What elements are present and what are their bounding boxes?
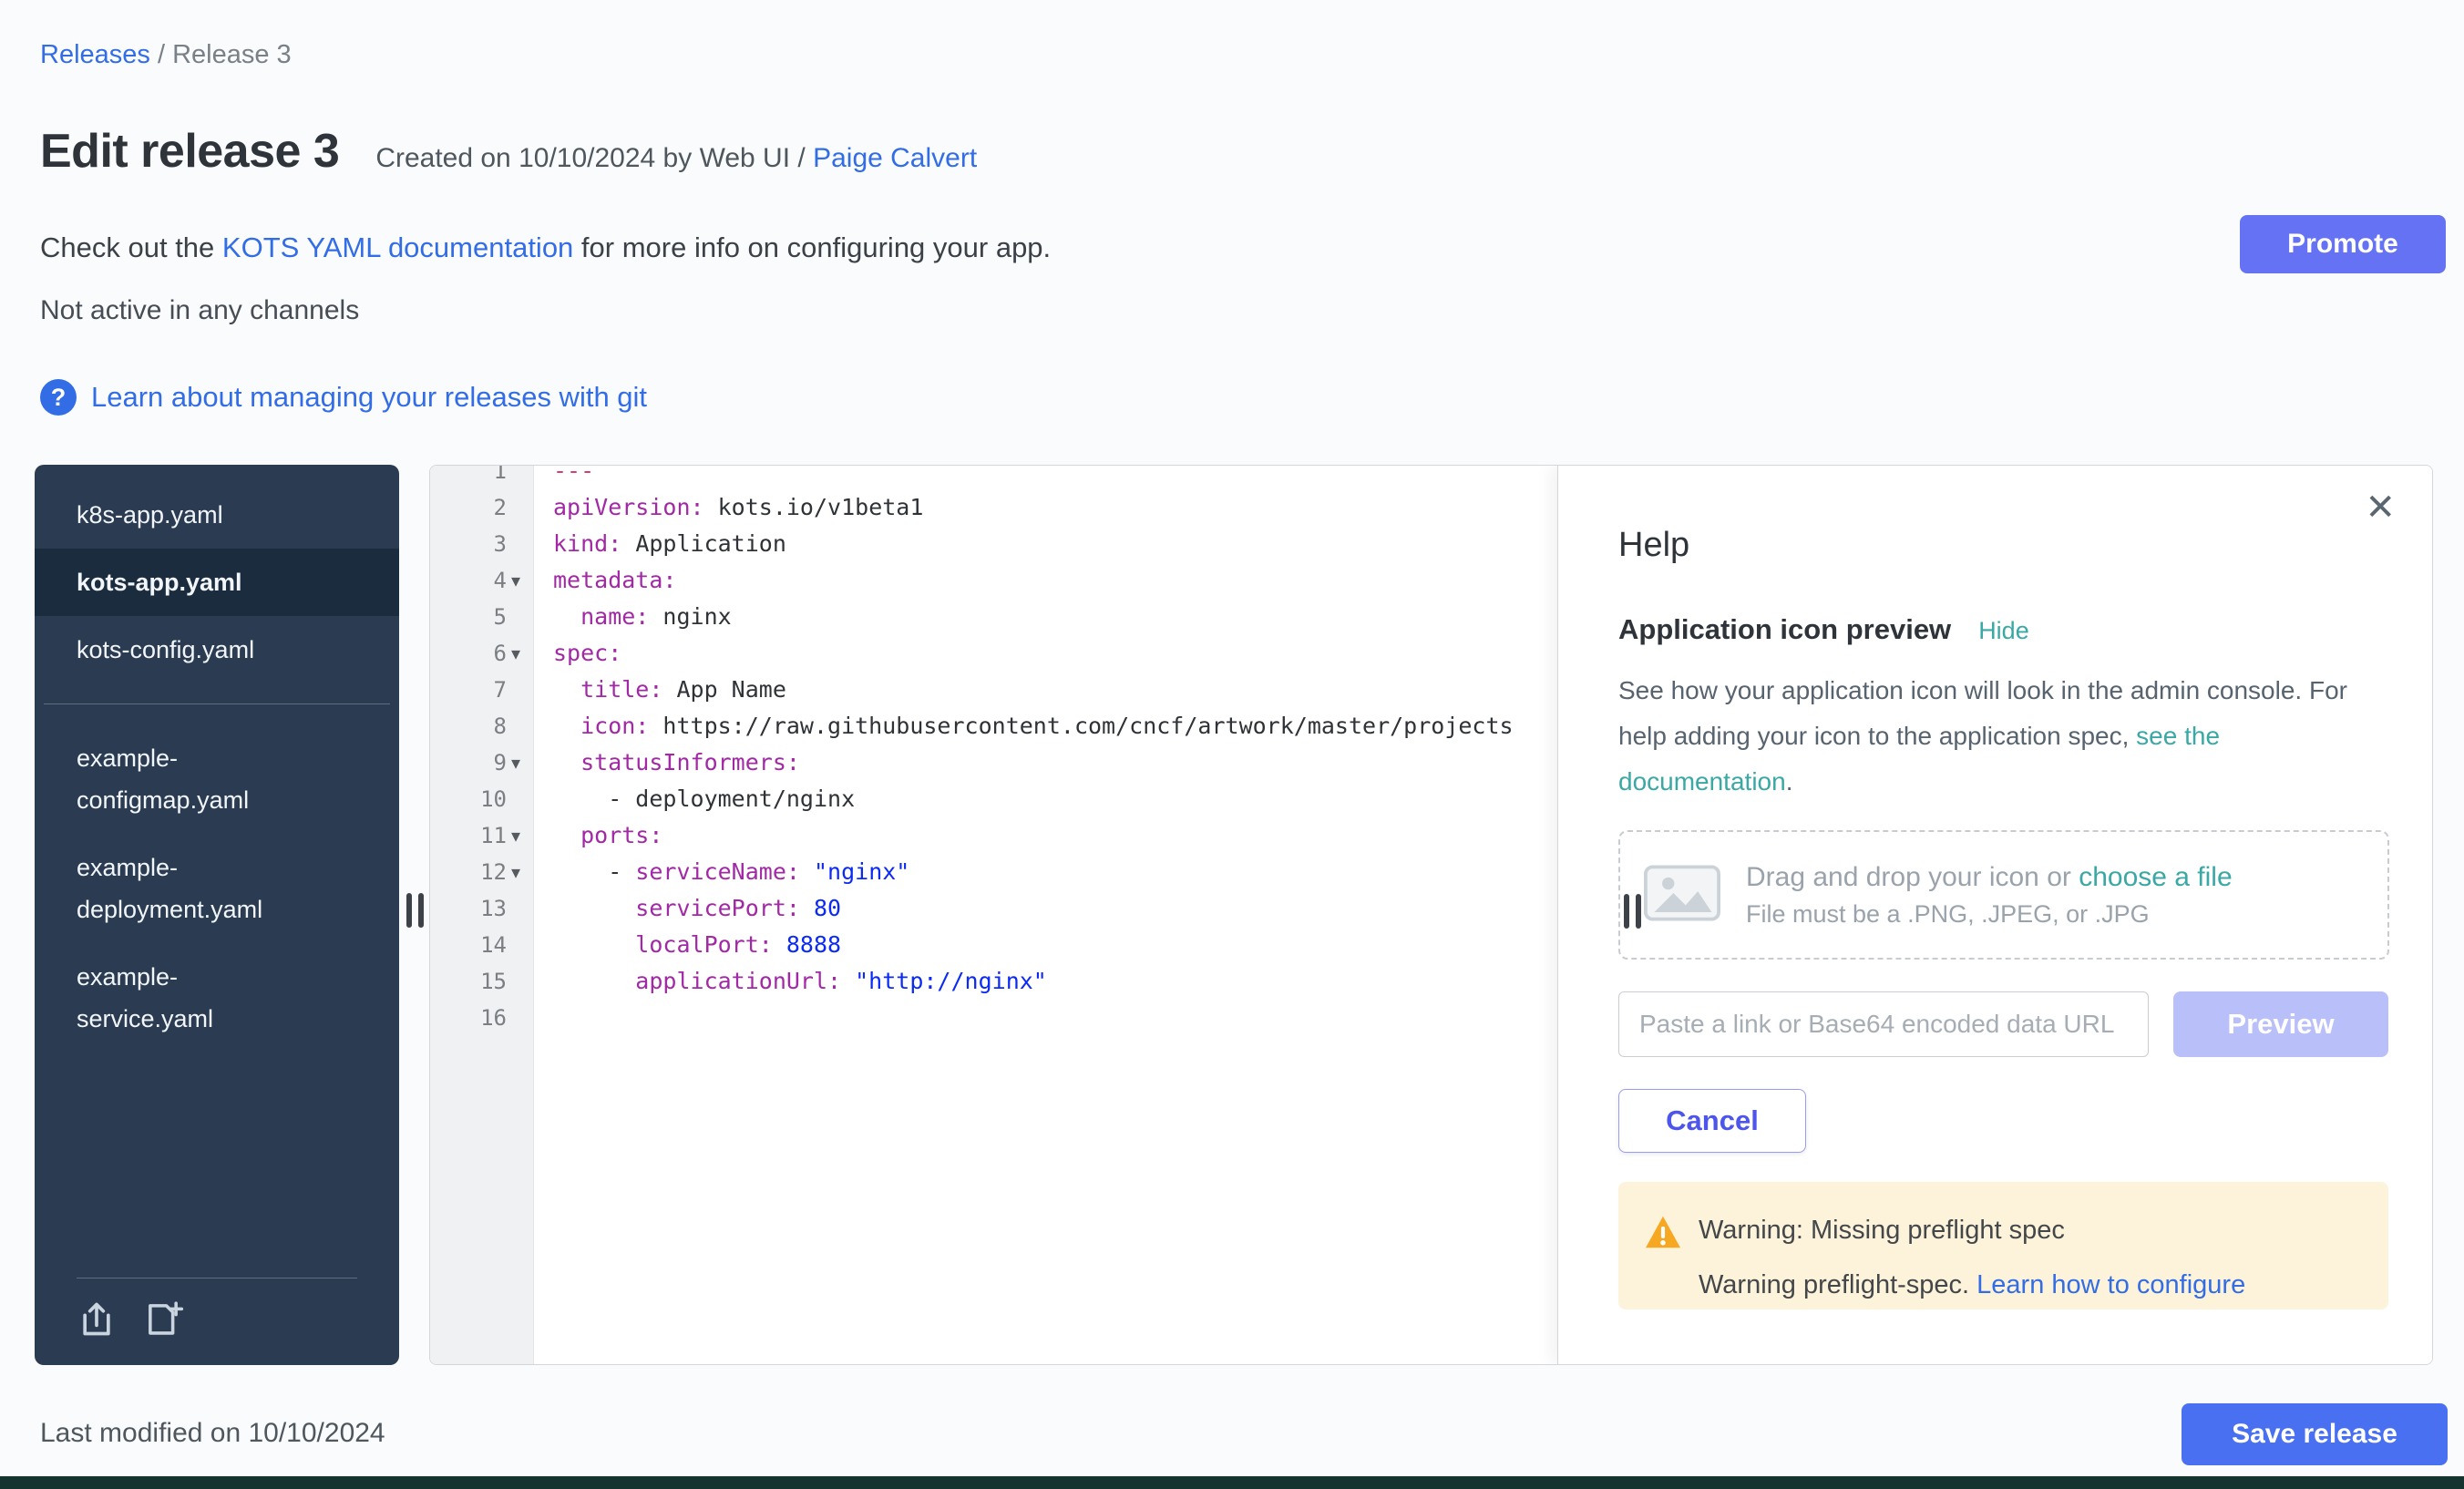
gutter-line[interactable]: 5 — [430, 599, 533, 635]
help-resize-handle[interactable] — [1624, 894, 1641, 929]
file-tree-item-example-deployment-yaml[interactable]: example-deployment.yaml — [35, 834, 399, 943]
help-title: Help — [1618, 526, 1689, 565]
breadcrumb-releases-link[interactable]: Releases — [40, 40, 150, 69]
gutter-line[interactable]: 6▾ — [430, 635, 533, 672]
configure-preflight-link[interactable]: Learn how to configure — [1976, 1270, 2245, 1299]
help-description-text: See how your application icon will look … — [1618, 676, 2347, 750]
gutter-line[interactable]: 1 — [430, 466, 533, 489]
warning-icon — [1644, 1215, 1682, 1254]
fold-arrow-icon[interactable]: ▾ — [507, 817, 533, 854]
editor-gutter: 1234▾56▾789▾1011▾12▾13141516 — [430, 466, 534, 1364]
fold-arrow-icon[interactable]: ▾ — [507, 635, 533, 672]
kots-yaml-docs-link[interactable]: KOTS YAML documentation — [222, 231, 573, 263]
docs-line: Check out the KOTS YAML documentation fo… — [40, 231, 1051, 264]
preflight-warning: Warning: Missing preflight spec Warning … — [1618, 1182, 2388, 1309]
release-workspace: k8s-app.yamlkots-app.yamlkots-config.yam… — [35, 465, 2433, 1365]
dropzone-main-text: Drag and drop your icon or — [1746, 862, 2079, 892]
git-help-row[interactable]: ? Learn about managing your releases wit… — [40, 379, 647, 416]
file-tree-item-example-service-yaml[interactable]: example-service.yaml — [35, 943, 399, 1053]
image-placeholder-icon — [1644, 865, 1720, 926]
upload-file-icon[interactable] — [77, 1299, 117, 1343]
file-tree: k8s-app.yamlkots-app.yamlkots-config.yam… — [35, 465, 399, 1365]
breadcrumb: Releases / Release 3 — [40, 40, 292, 70]
help-description-period: . — [1786, 767, 1793, 796]
bottom-strip — [0, 1476, 2464, 1489]
sidebar-resize-handle[interactable] — [406, 893, 424, 928]
gutter-line[interactable]: 7 — [430, 672, 533, 708]
gutter-line[interactable]: 12▾ — [430, 854, 533, 890]
fold-arrow-icon[interactable]: ▾ — [507, 744, 533, 781]
close-icon[interactable]: ✕ — [2365, 489, 2396, 526]
gutter-line[interactable]: 13 — [430, 890, 533, 927]
icon-dropzone[interactable]: Drag and drop your icon or choose a file… — [1618, 830, 2389, 960]
dropzone-text: Drag and drop your icon or choose a file… — [1746, 862, 2233, 929]
new-file-icon[interactable] — [142, 1299, 184, 1343]
gutter-line[interactable]: 11▾ — [430, 817, 533, 854]
docs-text-after: for more info on configuring your app. — [573, 231, 1051, 263]
gutter-line[interactable]: 9▾ — [430, 744, 533, 781]
save-release-button[interactable]: Save release — [2182, 1403, 2448, 1465]
file-tree-item-kots-app-yaml[interactable]: kots-app.yaml — [35, 549, 399, 616]
title-row: Edit release 3 Created on 10/10/2024 by … — [40, 124, 977, 179]
help-panel: ✕ Help Application icon preview Hide See… — [1557, 466, 2432, 1364]
gutter-line[interactable]: 16 — [430, 1000, 533, 1036]
gutter-line[interactable]: 10 — [430, 781, 533, 817]
gutter-line[interactable]: 14 — [430, 927, 533, 963]
author-link[interactable]: Paige Calvert — [813, 143, 977, 173]
created-info: Created on 10/10/2024 by Web UI / Paige … — [375, 143, 977, 174]
hide-link[interactable]: Hide — [1978, 617, 2029, 645]
file-tree-divider — [44, 703, 390, 704]
git-releases-link[interactable]: Learn about managing your releases with … — [91, 381, 647, 414]
page-title: Edit release 3 — [40, 124, 339, 179]
file-tree-items: k8s-app.yamlkots-app.yamlkots-config.yam… — [35, 465, 399, 1053]
file-tree-item-kots-config-yaml[interactable]: kots-config.yaml — [35, 616, 399, 683]
file-tree-item-example-configmap-yaml[interactable]: example-configmap.yaml — [35, 724, 399, 834]
help-description: See how your application icon will look … — [1618, 668, 2389, 805]
breadcrumb-separator: / — [150, 40, 172, 69]
yaml-editor: 1234▾56▾789▾1011▾12▾13141516 ---apiVersi… — [429, 465, 2433, 1365]
fold-arrow-icon[interactable]: ▾ — [507, 854, 533, 890]
channel-status: Not active in any channels — [40, 295, 359, 326]
warning-title: Warning: Missing preflight spec — [1699, 1215, 2245, 1246]
warning-detail-text: Warning preflight-spec. — [1699, 1270, 1976, 1299]
file-tree-item-k8s-app-yaml[interactable]: k8s-app.yaml — [35, 481, 399, 549]
choose-file-link[interactable]: choose a file — [2079, 862, 2232, 892]
warning-text: Warning: Missing preflight spec Warning … — [1699, 1215, 2245, 1300]
gutter-line[interactable]: 2 — [430, 489, 533, 526]
promote-button[interactable]: Promote — [2240, 215, 2446, 273]
warning-detail: Warning preflight-spec. Learn how to con… — [1699, 1269, 2245, 1300]
docs-text-before: Check out the — [40, 231, 222, 263]
dropzone-file-types: File must be a .PNG, .JPEG, or .JPG — [1746, 900, 2233, 929]
question-icon: ? — [40, 379, 77, 416]
fold-arrow-icon[interactable]: ▾ — [507, 562, 533, 599]
icon-url-row: Preview — [1618, 991, 2388, 1057]
cancel-button[interactable]: Cancel — [1618, 1089, 1806, 1153]
gutter-line[interactable]: 4▾ — [430, 562, 533, 599]
gutter-line[interactable]: 3 — [430, 526, 533, 562]
icon-url-input[interactable] — [1618, 991, 2149, 1057]
icon-preview-title: Application icon preview — [1618, 613, 1951, 646]
icon-preview-section: Application icon preview Hide — [1618, 613, 2388, 646]
breadcrumb-current: Release 3 — [172, 40, 292, 69]
last-modified: Last modified on 10/10/2024 — [40, 1418, 385, 1449]
file-tree-footer — [35, 1278, 399, 1365]
created-text: Created on 10/10/2024 by Web UI / — [375, 143, 813, 173]
preview-button[interactable]: Preview — [2173, 991, 2388, 1057]
gutter-line[interactable]: 15 — [430, 963, 533, 1000]
gutter-line[interactable]: 8 — [430, 708, 533, 744]
